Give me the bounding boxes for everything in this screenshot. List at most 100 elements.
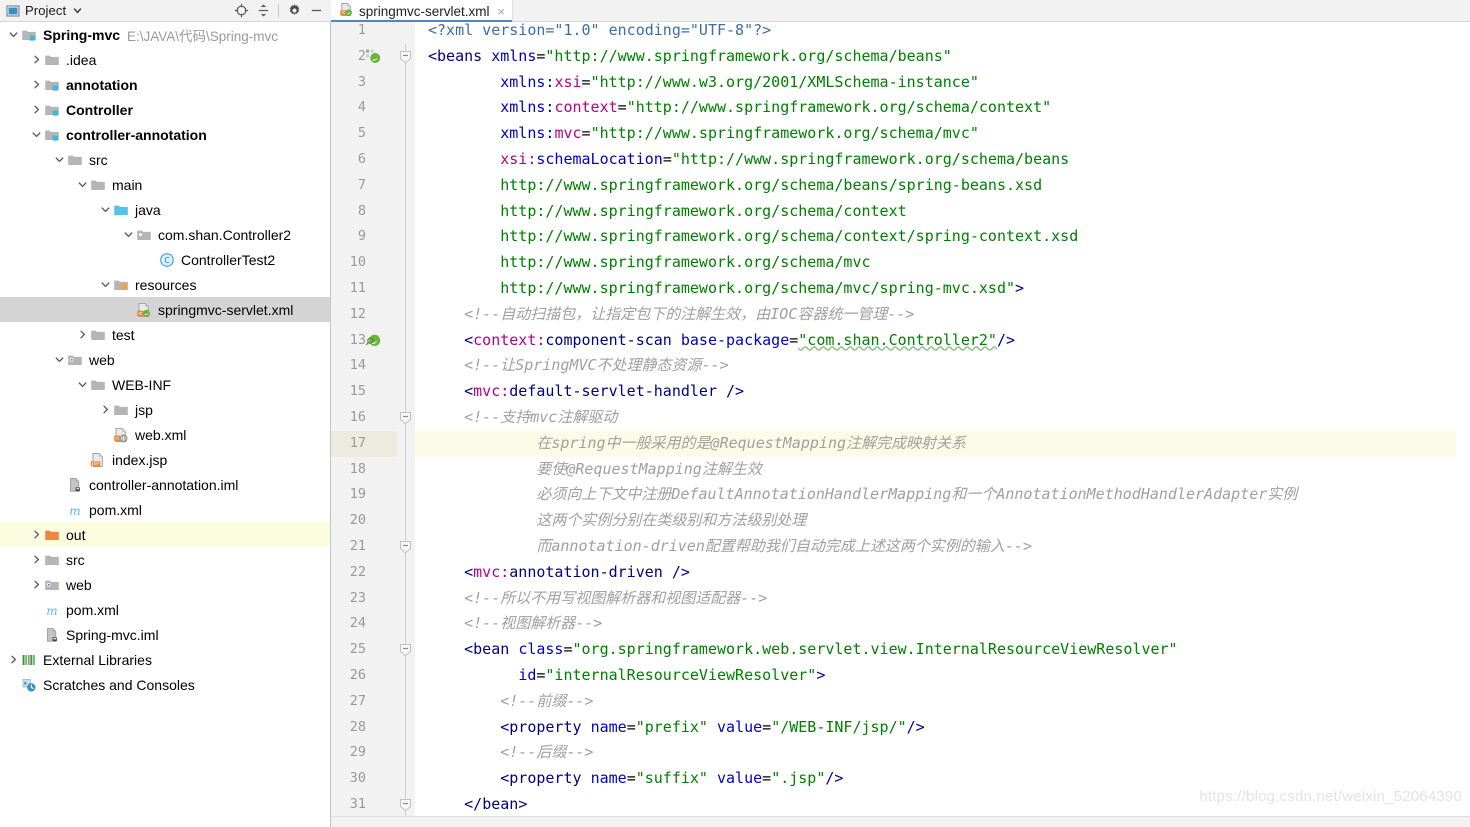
gutter-line[interactable]: 3: [331, 70, 397, 96]
code-line[interactable]: 要使@RequestMapping注解生效: [415, 457, 1470, 483]
code-line[interactable]: <!--视图解析器-->: [415, 611, 1470, 637]
tree-node-main[interactable]: main: [0, 172, 330, 197]
code-line[interactable]: <mvc:default-servlet-handler />: [415, 379, 1470, 405]
code-text-area[interactable]: <?xml version="1.0" encoding="UTF-8"?> <b…: [415, 22, 1470, 827]
chevron-down-icon[interactable]: [75, 379, 89, 390]
chevron-down-icon[interactable]: [98, 204, 112, 215]
code-line[interactable]: id="internalResourceViewResolver">: [415, 663, 1470, 689]
code-line[interactable]: <!--支持mvc注解驱动: [415, 405, 1470, 431]
chevron-down-icon[interactable]: [52, 154, 66, 165]
error-stripe-marker-bar[interactable]: [1456, 22, 1470, 827]
tree-node-web[interactable]: web: [0, 347, 330, 372]
tree-node-spring-mvc-iml[interactable]: Spring-mvc.iml: [0, 622, 330, 647]
gutter-line[interactable]: 4: [331, 95, 397, 121]
hide-window-icon[interactable]: [305, 1, 327, 21]
gutter-line[interactable]: 19: [331, 482, 397, 508]
tree-node-external-libraries[interactable]: External Libraries: [0, 647, 330, 672]
tree-node-springmvc-servlet-xml[interactable]: < springmvc-servlet.xml: [0, 297, 330, 322]
tree-node-annotation[interactable]: annotation: [0, 72, 330, 97]
fold-collapse-icon[interactable]: [399, 50, 412, 64]
code-line[interactable]: <property name="suffix" value=".jsp"/>: [415, 766, 1470, 792]
gutter-line[interactable]: 5: [331, 121, 397, 147]
gutter-line[interactable]: 12: [331, 302, 397, 328]
gutter-line[interactable]: 16: [331, 405, 397, 431]
code-line[interactable]: <!--让SpringMVC不处理静态资源-->: [415, 353, 1470, 379]
gutter-line[interactable]: 22: [331, 560, 397, 586]
gutter-line[interactable]: 29: [331, 740, 397, 766]
spring-bean-gutter-icon[interactable]: [365, 48, 382, 65]
gutter-line[interactable]: 17: [331, 430, 397, 457]
chevron-right-icon[interactable]: [29, 554, 43, 565]
gutter-line[interactable]: 26: [331, 663, 397, 689]
fold-collapse-icon[interactable]: [399, 643, 412, 657]
tree-node-out[interactable]: out: [0, 522, 330, 547]
gutter-line[interactable]: 6: [331, 147, 397, 173]
gutter-line[interactable]: 24: [331, 611, 397, 637]
tree-node-idea[interactable]: .idea: [0, 47, 330, 72]
collapse-all-icon[interactable]: [252, 1, 274, 21]
chevron-right-icon[interactable]: [75, 329, 89, 340]
editor-gutter[interactable]: 1 2 3 4 5 6 7 8 9 10 11 12 13 14 15 16 17 18 19 20 21 22 23 24 2…: [331, 22, 397, 827]
code-line[interactable]: <mvc:annotation-driven />: [415, 560, 1470, 586]
editor-tab-springmvc-servlet-xml[interactable]: < springmvc-servlet.xml ×: [331, 0, 514, 22]
settings-gear-icon[interactable]: [283, 1, 305, 21]
gutter-line[interactable]: 15: [331, 379, 397, 405]
tree-node-jsp[interactable]: jsp: [0, 397, 330, 422]
code-line[interactable]: <?xml version="1.0" encoding="UTF-8"?>: [415, 22, 1470, 44]
tree-node-test[interactable]: test: [0, 322, 330, 347]
code-line[interactable]: <!--前缀-->: [415, 689, 1470, 715]
gutter-line[interactable]: 8: [331, 199, 397, 225]
code-line[interactable]: xmlns:context="http://www.springframewor…: [415, 95, 1470, 121]
gutter-line[interactable]: 9: [331, 224, 397, 250]
close-icon[interactable]: ×: [498, 5, 506, 18]
code-line[interactable]: <context:component-scan base-package="co…: [415, 328, 1470, 354]
tree-node-java[interactable]: java: [0, 197, 330, 222]
tree-node-src[interactable]: src: [0, 147, 330, 172]
chevron-right-icon[interactable]: [29, 579, 43, 590]
gutter-line[interactable]: 18: [331, 457, 397, 483]
code-editor[interactable]: 1 2 3 4 5 6 7 8 9 10 11 12 13 14 15 16 17 18 19 20 21 22 23 24 2…: [331, 22, 1470, 827]
chevron-right-icon[interactable]: [98, 404, 112, 415]
spring-scan-gutter-icon[interactable]: [365, 332, 382, 349]
tree-node-spring-mvc[interactable]: Spring-mvc E:\JAVA\代码\Spring-mvc: [0, 22, 330, 47]
chevron-right-icon[interactable]: [29, 79, 43, 90]
tree-node-index-jsp[interactable]: JSP index.jsp: [0, 447, 330, 472]
code-line[interactable]: xmlns:xsi="http://www.w3.org/2001/XMLSch…: [415, 70, 1470, 96]
locate-target-icon[interactable]: [230, 1, 252, 21]
gutter-line[interactable]: 14: [331, 353, 397, 379]
code-line[interactable]: 而annotation-driven配置帮助我们自动完成上述这两个实例的输入--…: [415, 534, 1470, 560]
chevron-down-icon[interactable]: [52, 354, 66, 365]
chevron-down-icon[interactable]: [75, 179, 89, 190]
fold-collapse-icon[interactable]: [399, 798, 412, 812]
code-line[interactable]: 必须向上下文中注册DefaultAnnotationHandlerMapping…: [415, 482, 1470, 508]
chevron-right-icon[interactable]: [6, 654, 20, 665]
code-line[interactable]: http://www.springframework.org/schema/co…: [415, 199, 1470, 225]
tree-node-com-shan-controller2[interactable]: com.shan.Controller2: [0, 222, 330, 247]
gutter-line[interactable]: 27: [331, 689, 397, 715]
gutter-line[interactable]: 31: [331, 792, 397, 818]
tree-node-controller-annotation[interactable]: controller-annotation: [0, 122, 330, 147]
chevron-down-icon[interactable]: [121, 229, 135, 240]
code-line[interactable]: <!--自动扫描包，让指定包下的注解生效，由IOC容器统一管理-->: [415, 302, 1470, 328]
tree-node-pom-xml[interactable]: m pom.xml: [0, 597, 330, 622]
chevron-down-icon[interactable]: [29, 129, 43, 140]
gutter-line[interactable]: 25: [331, 637, 397, 663]
gutter-line[interactable]: 2: [331, 44, 397, 70]
tree-node-pom-xml[interactable]: m pom.xml: [0, 497, 330, 522]
tree-node-web-xml[interactable]: < web.xml: [0, 422, 330, 447]
gutter-line[interactable]: 23: [331, 586, 397, 612]
tree-node-src[interactable]: src: [0, 547, 330, 572]
code-line[interactable]: http://www.springframework.org/schema/mv…: [415, 250, 1470, 276]
tree-node-web[interactable]: web: [0, 572, 330, 597]
gutter-line[interactable]: 10: [331, 250, 397, 276]
code-line[interactable]: xmlns:mvc="http://www.springframework.or…: [415, 121, 1470, 147]
code-line[interactable]: <property name="prefix" value="/WEB-INF/…: [415, 715, 1470, 741]
tree-node-controller[interactable]: Controller: [0, 97, 330, 122]
chevron-right-icon[interactable]: [29, 529, 43, 540]
code-line[interactable]: <beans xmlns="http://www.springframework…: [415, 44, 1470, 70]
code-line[interactable]: 这两个实例分别在类级别和方法级别处理: [415, 508, 1470, 534]
tree-node-controllertest2[interactable]: C ControllerTest2: [0, 247, 330, 272]
code-line[interactable]: xsi:schemaLocation="http://www.springfra…: [415, 147, 1470, 173]
code-line[interactable]: </bean>: [415, 792, 1470, 818]
gutter-line[interactable]: 13: [331, 328, 397, 354]
